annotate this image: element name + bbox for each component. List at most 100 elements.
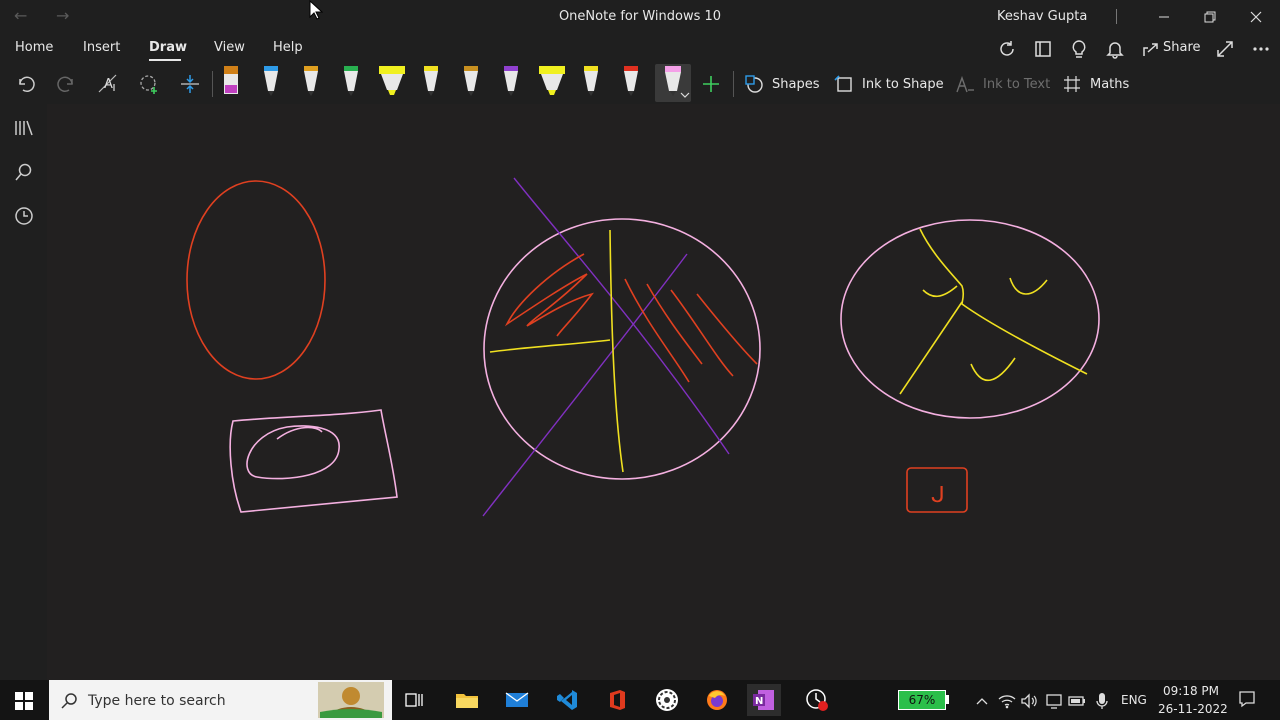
pen-blue-icon[interactable]: [261, 65, 281, 97]
wifi-icon[interactable]: [998, 692, 1016, 710]
right-circle-drawing: [840, 219, 1100, 419]
ink-to-text-icon[interactable]: [955, 74, 975, 94]
drawing-canvas[interactable]: ᒍ: [47, 104, 1280, 680]
ink-to-shape-icon[interactable]: [834, 74, 854, 94]
search-icon[interactable]: [14, 162, 34, 182]
svg-text:N: N: [755, 696, 763, 707]
lasso-select-icon[interactable]: [134, 68, 164, 100]
power-battery-icon[interactable]: [1068, 692, 1086, 710]
red-ellipse-drawing: [186, 180, 326, 380]
task-view-icon[interactable]: [398, 684, 432, 716]
share-icon[interactable]: [1140, 38, 1162, 60]
fullscreen-icon[interactable]: [1214, 38, 1236, 60]
file-explorer-icon[interactable]: [450, 684, 484, 716]
pink-box-drawing: [229, 409, 398, 513]
page-view-icon[interactable]: [1032, 38, 1054, 60]
firefox-icon[interactable]: [700, 684, 734, 716]
sync-icon[interactable]: [996, 38, 1018, 60]
close-button[interactable]: [1234, 2, 1278, 32]
clock-date[interactable]: 26-11-2022: [1158, 702, 1228, 716]
pen-gold-icon[interactable]: [461, 65, 481, 97]
windows-start-icon[interactable]: [15, 692, 33, 710]
type-select-icon[interactable]: A: [93, 68, 123, 100]
pen-yellow-icon[interactable]: [421, 65, 441, 97]
pen-red-icon[interactable]: [621, 65, 641, 97]
svg-text:A: A: [104, 77, 113, 92]
active-tab-indicator: [149, 59, 181, 61]
search-highlight-illustration-icon: [318, 682, 384, 718]
add-space-icon[interactable]: [175, 68, 205, 100]
red-scribble-left-drawing: [504, 253, 594, 337]
red-scribble-right-drawing: [624, 278, 758, 383]
marker-pen-icon[interactable]: [221, 65, 241, 97]
title-separator: [1116, 9, 1117, 24]
highlighter-yellow-icon[interactable]: [378, 65, 406, 97]
notifications-icon[interactable]: [1238, 690, 1256, 708]
volume-icon[interactable]: [1020, 692, 1038, 710]
tab-home[interactable]: Home: [15, 40, 53, 55]
toolbar-separator: [212, 71, 213, 97]
sidebar: [0, 104, 47, 680]
shapes-icon[interactable]: [744, 74, 764, 94]
minimize-icon: [1159, 16, 1169, 18]
yellow-eye-left-drawing: [922, 285, 958, 298]
taskbar-search-placeholder: Type here to search: [88, 693, 226, 709]
recent-notes-icon[interactable]: [14, 206, 34, 226]
yellow-horizontal-line-drawing: [489, 339, 611, 353]
chevron-down-icon[interactable]: [680, 91, 690, 99]
language-indicator[interactable]: ENG: [1121, 693, 1147, 707]
mail-icon[interactable]: [500, 684, 534, 716]
microphone-icon[interactable]: [1093, 692, 1111, 710]
maths-icon[interactable]: [1062, 74, 1082, 94]
minimize-button[interactable]: [1142, 2, 1186, 32]
pen-orange-icon[interactable]: [301, 65, 321, 97]
yellow-line-left-drawing: [899, 301, 963, 395]
ink-drawings: ᒍ: [186, 177, 1100, 517]
mouse-cursor-icon: [309, 0, 323, 20]
tab-draw[interactable]: Draw: [149, 40, 187, 55]
chrome-like-app-icon[interactable]: [650, 684, 684, 716]
onenote-taskbar-icon[interactable]: N: [747, 684, 781, 716]
share-button[interactable]: Share: [1163, 40, 1201, 55]
close-icon: [1250, 11, 1262, 23]
taskbar-search-icon: [61, 693, 77, 709]
more-options-icon[interactable]: [1250, 38, 1272, 60]
title-bar: ← → OneNote for Windows 10 Keshav Gupta: [0, 0, 1280, 34]
pen-purple-icon[interactable]: [501, 65, 521, 97]
tab-insert[interactable]: Insert: [83, 40, 120, 55]
redo-icon[interactable]: [51, 68, 81, 100]
ink-to-shape-button[interactable]: Ink to Shape: [862, 77, 944, 92]
battery-indicator[interactable]: 67%: [898, 690, 946, 710]
ink-to-text-button[interactable]: Ink to Text: [983, 77, 1050, 92]
window-title: OneNote for Windows 10: [558, 9, 722, 24]
toolbar-separator-2: [733, 71, 734, 97]
tab-help[interactable]: Help: [273, 40, 303, 55]
add-pen-icon[interactable]: [696, 68, 726, 100]
restore-button[interactable]: [1188, 2, 1232, 32]
office-icon[interactable]: [600, 684, 634, 716]
show-hidden-icons-icon[interactable]: [973, 692, 991, 710]
shapes-button[interactable]: Shapes: [772, 77, 819, 92]
recording-app-icon[interactable]: [800, 684, 834, 716]
clock-time[interactable]: 09:18 PM: [1163, 684, 1219, 698]
onenote-window: ← → OneNote for Windows 10 Keshav Gupta …: [0, 0, 1280, 720]
yellow-mouth-drawing: [970, 357, 1016, 382]
vscode-icon[interactable]: [550, 684, 584, 716]
maths-button[interactable]: Maths: [1090, 77, 1129, 92]
user-name[interactable]: Keshav Gupta: [997, 9, 1087, 24]
project-display-icon[interactable]: [1045, 692, 1063, 710]
highlighter-yellow-2-icon[interactable]: [538, 65, 566, 97]
yellow-eye-right-drawing: [1009, 277, 1048, 295]
notebooks-icon[interactable]: [14, 119, 34, 137]
yellow-line-right-drawing: [919, 228, 1088, 375]
purple-line-2-drawing: [482, 253, 688, 517]
red-box-annotation: ᒍ: [931, 483, 945, 508]
lightbulb-icon[interactable]: [1068, 38, 1090, 60]
battery-tip: [946, 695, 949, 704]
pen-green-icon[interactable]: [341, 65, 361, 97]
undo-icon[interactable]: [11, 68, 41, 100]
pen-yellow-2-icon[interactable]: [581, 65, 601, 97]
tab-view[interactable]: View: [214, 40, 245, 55]
bell-icon[interactable]: [1104, 38, 1126, 60]
pink-inner-loop-drawing: [246, 425, 340, 480]
